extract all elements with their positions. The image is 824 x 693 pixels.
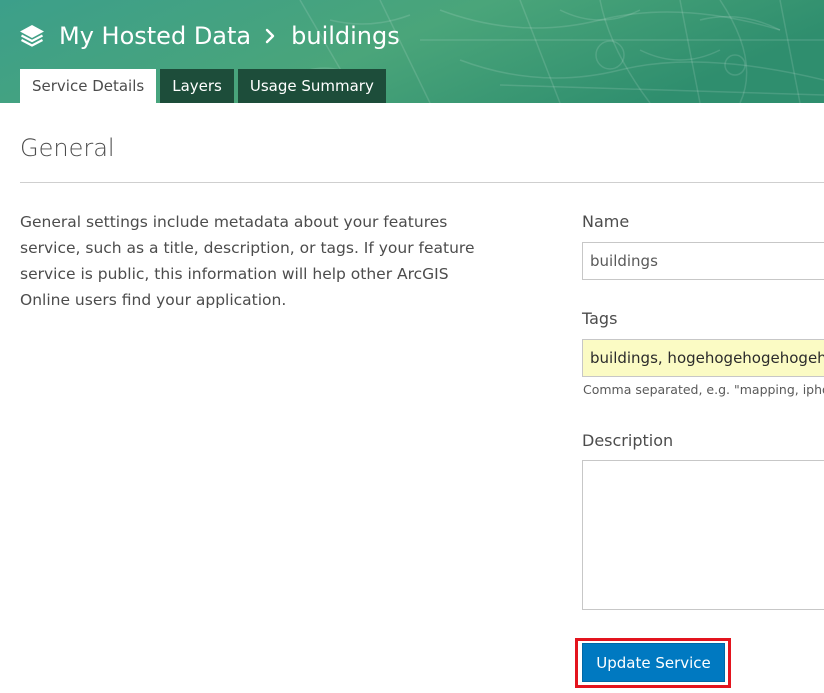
tab-usage-summary[interactable]: Usage Summary — [237, 69, 386, 103]
tags-hint: Comma separated, e.g. "mapping, ipho — [583, 382, 824, 397]
name-input[interactable]: buildings — [582, 242, 824, 280]
page-header: My Hosted Data buildings Service Details… — [0, 0, 824, 103]
section-title: General — [20, 134, 115, 162]
breadcrumb: My Hosted Data buildings — [18, 16, 400, 56]
tags-label: Tags — [582, 309, 618, 328]
chevron-right-icon — [262, 27, 278, 45]
breadcrumb-current-item: buildings — [291, 22, 400, 50]
description-textarea[interactable] — [582, 460, 824, 610]
tags-input[interactable]: buildings, hogehogehogehogeh — [582, 339, 824, 377]
section-divider — [20, 182, 824, 183]
tab-bar: Service Details Layers Usage Summary — [20, 69, 390, 103]
layers-icon — [18, 22, 46, 50]
name-label: Name — [582, 212, 630, 231]
update-service-button[interactable]: Update Service — [582, 643, 725, 682]
description-label: Description — [582, 431, 674, 450]
section-description: General settings include metadata about … — [20, 213, 475, 309]
tab-service-details[interactable]: Service Details — [20, 69, 157, 103]
tab-layers[interactable]: Layers — [160, 69, 234, 103]
breadcrumb-my-hosted-data[interactable]: My Hosted Data — [59, 22, 251, 50]
